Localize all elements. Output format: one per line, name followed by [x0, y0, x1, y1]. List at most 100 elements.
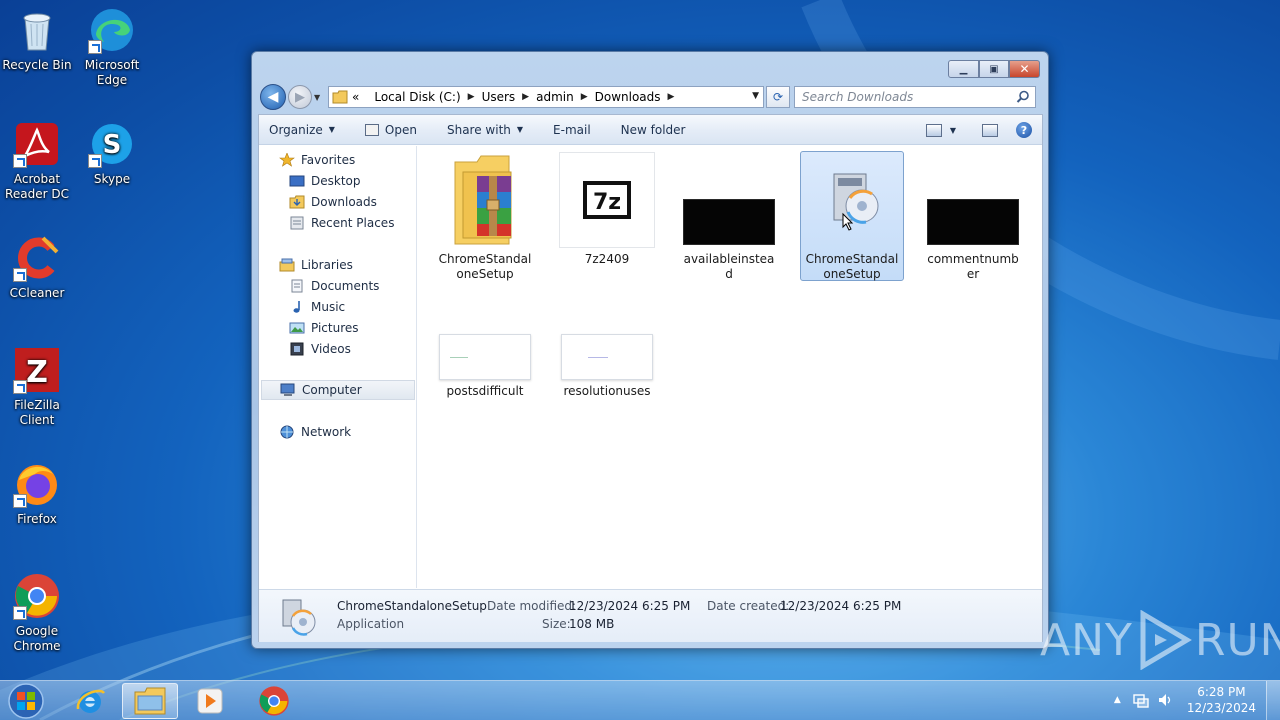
- details-date-created-label: Date created:: [707, 599, 790, 613]
- preview-pane-icon[interactable]: [982, 123, 998, 137]
- address-dropdown-icon[interactable]: ▼: [752, 91, 759, 101]
- details-date-modified-label: Date modified:: [487, 599, 577, 613]
- nav-videos[interactable]: Videos: [289, 339, 351, 359]
- desktop-icon-edge[interactable]: Microsoft Edge: [75, 6, 149, 88]
- image-thumbnail: [439, 332, 531, 380]
- nav-pictures-label: Pictures: [311, 321, 359, 335]
- chrome-icon: [259, 686, 289, 716]
- desktop-icon-ccleaner[interactable]: CCleaner: [0, 234, 74, 301]
- internet-explorer-icon: [76, 689, 106, 713]
- desktop-icon-chrome[interactable]: Google Chrome: [0, 572, 74, 654]
- file-name: postsdifficult: [446, 384, 524, 398]
- change-view-icon[interactable]: [925, 123, 942, 137]
- image-thumbnail: [927, 152, 1019, 248]
- search-input[interactable]: Search Downloads: [794, 86, 1036, 108]
- nav-videos-label: Videos: [311, 342, 351, 356]
- taskbar-internet-explorer[interactable]: [62, 683, 118, 719]
- desktop-icon-label: Microsoft Edge: [84, 58, 140, 87]
- address-bar[interactable]: « Local Disk (C:) ▶ Users ▶ admin ▶ Down…: [328, 86, 764, 108]
- nav-computer[interactable]: Computer: [261, 380, 415, 400]
- desktop-icon-firefox[interactable]: Firefox: [0, 460, 74, 527]
- desktop-icon-recycle-bin[interactable]: Recycle Bin: [0, 6, 74, 73]
- nav-documents[interactable]: Documents: [289, 276, 379, 296]
- nav-recent-places[interactable]: Recent Places: [289, 213, 394, 233]
- explorer-window: ▁ ▣ ✕ ◀ ▶ ▼ « Local Disk (C:) ▶ Users ▶ …: [251, 51, 1049, 649]
- refresh-button[interactable]: ⟳: [766, 86, 790, 108]
- image-thumbnail: [683, 152, 775, 248]
- chevron-right-icon[interactable]: ▶: [522, 92, 529, 102]
- taskbar-chrome[interactable]: [246, 683, 302, 719]
- breadcrumb-users[interactable]: Users: [482, 90, 516, 104]
- file-item[interactable]: availableinstead: [677, 152, 781, 282]
- desktop-icon-acrobat[interactable]: Acrobat Reader DC: [0, 120, 74, 202]
- nav-favorites[interactable]: Favorites: [279, 150, 355, 170]
- breadcrumb-admin[interactable]: admin: [536, 90, 574, 104]
- file-item[interactable]: ChromeStandaloneSetup: [433, 152, 537, 282]
- file-item[interactable]: commentnumber: [921, 152, 1025, 282]
- taskbar-media-player[interactable]: [182, 683, 238, 719]
- nav-desktop-label: Desktop: [311, 174, 361, 188]
- file-item-selected[interactable]: ChromeStandaloneSetup: [800, 151, 904, 281]
- chevron-right-icon[interactable]: ▶: [468, 92, 475, 102]
- command-bar: Organize ▼ Open Share with ▼ E-mail New fo…: [259, 115, 1042, 145]
- desktop-icon: [289, 175, 305, 187]
- desktop-icon-label: Acrobat Reader DC: [5, 172, 69, 201]
- view-dropdown-icon[interactable]: ▼: [950, 126, 956, 135]
- details-date-created: 12/23/2024 6:25 PM: [780, 599, 902, 613]
- file-item[interactable]: postsdifficult: [433, 332, 537, 399]
- minimize-button[interactable]: ▁: [948, 60, 979, 78]
- downloads-folder-icon: [289, 195, 305, 209]
- open-button[interactable]: Open: [364, 123, 417, 137]
- back-button[interactable]: ◀: [260, 84, 286, 110]
- chevron-right-icon[interactable]: ▶: [581, 92, 588, 102]
- file-item[interactable]: 7z 7z2409: [555, 152, 659, 267]
- start-button[interactable]: [4, 682, 48, 720]
- navigation-bar: ◀ ▶ ▼ « Local Disk (C:) ▶ Users ▶ admin …: [260, 84, 1040, 110]
- nav-network[interactable]: Network: [279, 422, 351, 442]
- nav-documents-label: Documents: [311, 279, 380, 293]
- nav-pictures[interactable]: Pictures: [289, 318, 359, 338]
- chevron-right-icon[interactable]: ▶: [668, 92, 675, 102]
- new-folder-button[interactable]: New folder: [621, 123, 686, 137]
- close-button[interactable]: ✕: [1009, 60, 1040, 78]
- forward-button[interactable]: ▶: [288, 85, 312, 109]
- breadcrumb-downloads[interactable]: Downloads: [595, 90, 661, 104]
- show-hidden-icons-icon[interactable]: ▲: [1114, 695, 1121, 705]
- nav-music-label: Music: [311, 300, 346, 314]
- nav-favorites-label: Favorites: [301, 153, 356, 167]
- share-with-button[interactable]: Share with ▼: [447, 123, 523, 137]
- help-icon[interactable]: ?: [1016, 122, 1032, 138]
- breadcrumb-local-disk[interactable]: Local Disk (C:): [374, 90, 460, 104]
- search-icon[interactable]: [1016, 90, 1030, 104]
- open-icon: [364, 123, 379, 136]
- music-icon: [293, 301, 300, 313]
- recent-pages-dropdown[interactable]: ▼: [314, 93, 324, 102]
- desktop-icon-label: CCleaner: [9, 286, 65, 300]
- svg-text:7z: 7z: [593, 190, 621, 215]
- show-desktop-button[interactable]: [1266, 681, 1280, 720]
- chrome-icon: [13, 572, 61, 620]
- email-label: E-mail: [553, 122, 591, 137]
- network-status-icon[interactable]: [1133, 692, 1149, 708]
- organize-button[interactable]: Organize ▼: [269, 123, 335, 137]
- svg-text:Z: Z: [26, 355, 48, 390]
- volume-icon[interactable]: [1157, 692, 1173, 708]
- nav-desktop[interactable]: Desktop: [289, 171, 361, 191]
- system-tray: ▲ 6:28 PM 12/23/2024: [1114, 684, 1256, 716]
- desktop-icon-skype[interactable]: S Skype: [75, 120, 149, 187]
- breadcrumb-overflow[interactable]: «: [352, 90, 359, 104]
- view-controls: ▼ ?: [918, 122, 1032, 138]
- clock[interactable]: 6:28 PM 12/23/2024: [1187, 684, 1256, 716]
- chevron-down-icon: ▼: [328, 125, 335, 134]
- nav-downloads[interactable]: Downloads: [289, 192, 377, 212]
- image-thumbnail: [561, 332, 653, 380]
- nav-libraries[interactable]: Libraries: [279, 255, 353, 275]
- taskbar-explorer[interactable]: [122, 683, 178, 719]
- nav-music[interactable]: Music: [289, 297, 345, 317]
- desktop-icon-filezilla[interactable]: Z FileZilla Client: [0, 346, 74, 428]
- maximize-button[interactable]: ▣: [979, 60, 1009, 78]
- file-item[interactable]: resolutionuses: [555, 332, 659, 399]
- edge-icon: [88, 6, 136, 54]
- email-button[interactable]: E-mail: [553, 123, 591, 137]
- navigation-pane: Favorites Desktop Downloads Recent Place…: [259, 146, 417, 588]
